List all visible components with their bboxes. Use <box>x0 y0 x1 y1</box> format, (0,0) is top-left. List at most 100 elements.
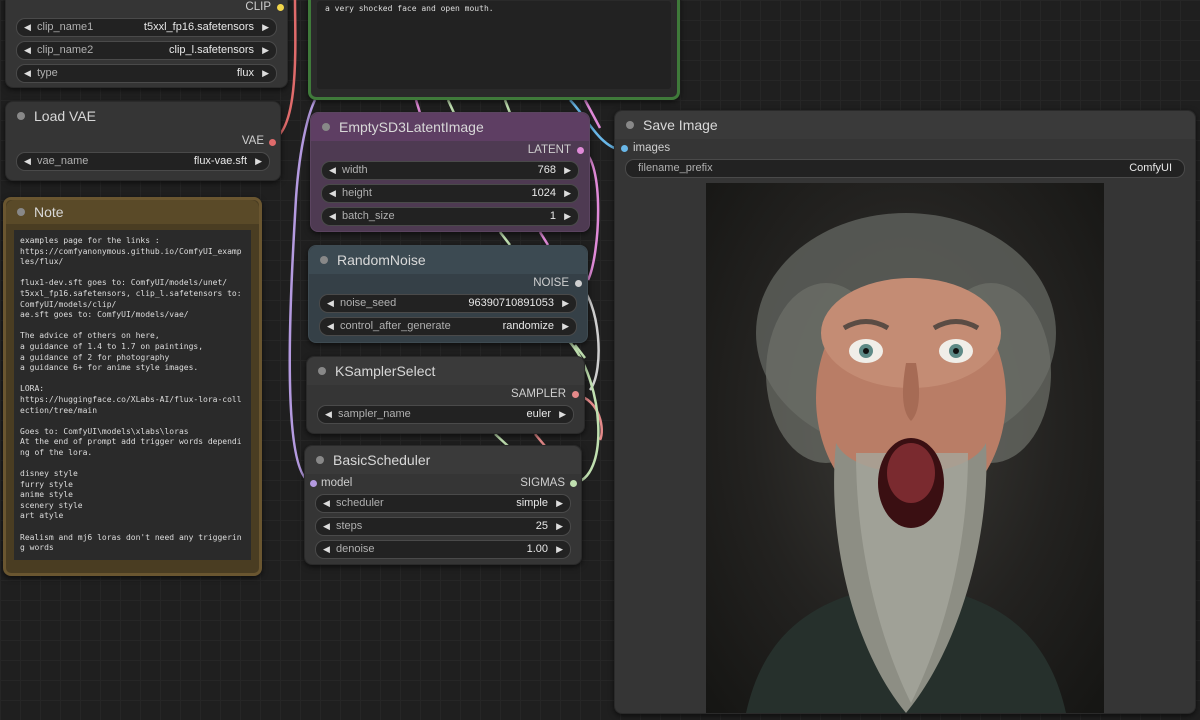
basic-scheduler-title[interactable]: BasicScheduler <box>305 446 581 474</box>
ksampler-select-node[interactable]: KSamplerSelect SAMPLER ◀ sampler_name eu… <box>306 356 585 434</box>
denoise-widget[interactable]: ◀ denoise 1.00 ▶ <box>315 540 571 559</box>
save-image-title[interactable]: Save Image <box>615 111 1195 139</box>
latent-output-slot[interactable]: LATENT <box>311 141 589 161</box>
sampler-output-slot[interactable]: SAMPLER <box>307 385 584 405</box>
sampler-output-pin[interactable] <box>572 391 579 398</box>
collapse-dot-icon[interactable] <box>17 208 25 216</box>
vae-name-label: vae_name <box>37 155 89 167</box>
decrement-arrow-icon[interactable]: ◀ <box>329 162 336 179</box>
collapse-dot-icon[interactable] <box>318 367 326 375</box>
decrement-arrow-icon[interactable]: ◀ <box>24 42 31 59</box>
clip-name1-widget[interactable]: ◀ clip_name1 t5xxl_fp16.safetensors ▶ <box>16 18 277 37</box>
clip-output-label: CLIP <box>245 1 271 13</box>
height-label: height <box>342 187 372 199</box>
generated-image-preview[interactable] <box>706 183 1104 713</box>
height-widget[interactable]: ◀ height 1024 ▶ <box>321 184 579 203</box>
increment-arrow-icon[interactable]: ▶ <box>255 153 262 170</box>
vae-output-slot[interactable]: VAE <box>6 130 280 152</box>
increment-arrow-icon[interactable]: ▶ <box>564 208 571 225</box>
increment-arrow-icon[interactable]: ▶ <box>564 185 571 202</box>
load-vae-title[interactable]: Load VAE <box>6 102 280 130</box>
decrement-arrow-icon[interactable]: ◀ <box>327 318 334 335</box>
noise-output-slot[interactable]: NOISE <box>309 274 587 294</box>
control-after-generate-widget[interactable]: ◀ control_after_generate randomize ▶ <box>319 317 577 336</box>
load-vae-title-text: Load VAE <box>34 108 97 124</box>
increment-arrow-icon[interactable]: ▶ <box>262 42 269 59</box>
filename-prefix-widget[interactable]: filename_prefix ComfyUI <box>625 159 1185 178</box>
noise-output-label: NOISE <box>533 277 569 289</box>
note-textarea[interactable]: examples page for the links : https://co… <box>14 230 251 560</box>
clip-name2-label: clip_name2 <box>37 44 94 56</box>
model-input-pin[interactable] <box>310 480 317 487</box>
decrement-arrow-icon[interactable]: ◀ <box>325 406 332 423</box>
save-image-node[interactable]: Save Image images filename_prefix ComfyU… <box>614 110 1196 714</box>
increment-arrow-icon[interactable]: ▶ <box>556 541 563 558</box>
sigmas-output-pin[interactable] <box>570 480 577 487</box>
clip-name2-widget[interactable]: ◀ clip_name2 clip_l.safetensors ▶ <box>16 41 277 60</box>
prompt-text-node[interactable]: a very shocked face and open mouth. <box>308 0 680 100</box>
ksampler-select-title[interactable]: KSamplerSelect <box>307 357 584 385</box>
dual-clip-loader-node[interactable]: CLIP ◀ clip_name1 t5xxl_fp16.safetensors… <box>5 0 288 88</box>
width-label: width <box>342 164 368 176</box>
steps-widget[interactable]: ◀ steps 25 ▶ <box>315 517 571 536</box>
noise-output-pin[interactable] <box>575 280 582 287</box>
sigmas-output-label: SIGMAS <box>520 477 565 489</box>
load-vae-node[interactable]: Load VAE VAE ◀ vae_name flux-vae.sft ▶ <box>5 101 281 181</box>
sampler-name-widget[interactable]: ◀ sampler_name euler ▶ <box>317 405 574 424</box>
basic-scheduler-node[interactable]: BasicScheduler model SIGMAS ◀ scheduler … <box>304 445 582 565</box>
random-noise-node[interactable]: RandomNoise NOISE ◀ noise_seed 963907108… <box>308 245 588 343</box>
collapse-dot-icon[interactable] <box>626 121 634 129</box>
random-noise-title[interactable]: RandomNoise <box>309 246 587 274</box>
steps-value: 25 <box>535 520 548 532</box>
increment-arrow-icon[interactable]: ▶ <box>564 162 571 179</box>
decrement-arrow-icon[interactable]: ◀ <box>329 208 336 225</box>
width-widget[interactable]: ◀ width 768 ▶ <box>321 161 579 180</box>
decrement-arrow-icon[interactable]: ◀ <box>329 185 336 202</box>
prompt-textarea[interactable]: a very shocked face and open mouth. <box>317 1 671 89</box>
empty-latent-title[interactable]: EmptySD3LatentImage <box>311 113 589 141</box>
images-input-slot[interactable]: images <box>615 139 1195 159</box>
increment-arrow-icon[interactable]: ▶ <box>262 65 269 82</box>
decrement-arrow-icon[interactable]: ◀ <box>24 153 31 170</box>
clip-type-widget[interactable]: ◀ type flux ▶ <box>16 64 277 83</box>
increment-arrow-icon[interactable]: ▶ <box>562 318 569 335</box>
latent-output-pin[interactable] <box>577 147 584 154</box>
decrement-arrow-icon[interactable]: ◀ <box>327 295 334 312</box>
decrement-arrow-icon[interactable]: ◀ <box>24 19 31 36</box>
filename-prefix-value: ComfyUI <box>1129 162 1172 174</box>
increment-arrow-icon[interactable]: ▶ <box>556 518 563 535</box>
decrement-arrow-icon[interactable]: ◀ <box>24 65 31 82</box>
filename-prefix-label: filename_prefix <box>638 162 713 174</box>
increment-arrow-icon[interactable]: ▶ <box>562 295 569 312</box>
note-title[interactable]: Note <box>6 200 259 224</box>
decrement-arrow-icon[interactable]: ◀ <box>323 541 330 558</box>
increment-arrow-icon[interactable]: ▶ <box>262 19 269 36</box>
clip-type-label: type <box>37 67 58 79</box>
vae-name-widget[interactable]: ◀ vae_name flux-vae.sft ▶ <box>16 152 270 171</box>
clip-output-pin[interactable] <box>277 4 284 11</box>
clip-name2-value: clip_l.safetensors <box>169 44 254 56</box>
steps-label: steps <box>336 520 363 532</box>
decrement-arrow-icon[interactable]: ◀ <box>323 495 330 512</box>
decrement-arrow-icon[interactable]: ◀ <box>323 518 330 535</box>
batch-size-value: 1 <box>549 210 556 222</box>
increment-arrow-icon[interactable]: ▶ <box>556 495 563 512</box>
increment-arrow-icon[interactable]: ▶ <box>559 406 566 423</box>
batch-size-widget[interactable]: ◀ batch_size 1 ▶ <box>321 207 579 226</box>
clip-output-slot[interactable]: CLIP <box>6 0 287 18</box>
images-input-pin[interactable] <box>621 145 628 152</box>
collapse-dot-icon[interactable] <box>316 456 324 464</box>
scheduler-widget[interactable]: ◀ scheduler simple ▶ <box>315 494 571 513</box>
collapse-dot-icon[interactable] <box>320 256 328 264</box>
save-image-title-text: Save Image <box>643 117 718 133</box>
scheduler-value: simple <box>516 497 548 509</box>
collapse-dot-icon[interactable] <box>322 123 330 131</box>
vae-output-pin[interactable] <box>269 139 276 146</box>
control-after-generate-label: control_after_generate <box>340 320 451 332</box>
collapse-dot-icon[interactable] <box>17 112 25 120</box>
noise-seed-widget[interactable]: ◀ noise_seed 96390710891053 ▶ <box>319 294 577 313</box>
note-node[interactable]: Note examples page for the links : https… <box>3 197 262 576</box>
clip-type-value: flux <box>236 67 254 79</box>
empty-latent-node[interactable]: EmptySD3LatentImage LATENT ◀ width 768 ▶… <box>310 112 590 232</box>
denoise-value: 1.00 <box>526 543 548 555</box>
